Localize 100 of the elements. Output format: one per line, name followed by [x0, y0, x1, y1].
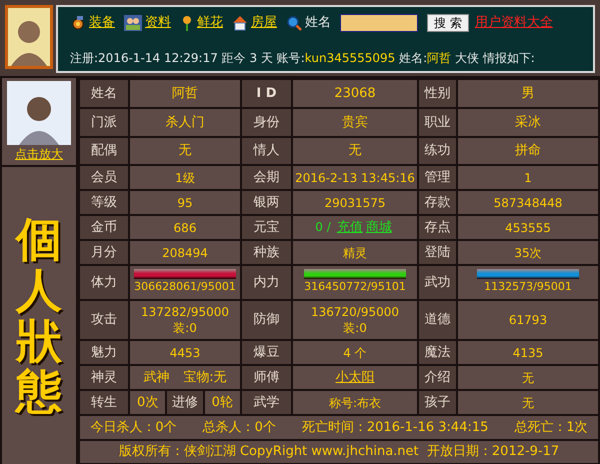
search-button[interactable]: 搜 索 — [427, 14, 469, 32]
deity-value: 武神 — [143, 370, 170, 385]
shop-link[interactable]: 充值 — [336, 220, 363, 235]
field-label: 孩子 — [418, 390, 457, 415]
stat-line: 装:0 — [342, 320, 368, 336]
field-label: 职业 — [418, 108, 457, 137]
field-value: 采冰 — [457, 108, 599, 137]
nav-link[interactable]: 装备 — [89, 13, 115, 32]
bar-reading: 316450772/95101 — [303, 279, 407, 296]
kill-stat: 总死亡：1次 — [514, 418, 588, 437]
field-label: 身份 — [241, 108, 292, 137]
stat-line: 装:0 — [172, 320, 198, 336]
field-label: 登陆 — [418, 240, 457, 265]
field-value: 95 — [129, 190, 241, 215]
bar-reading: 306628061/95001 — [133, 279, 237, 296]
field-label: 魔法 — [418, 340, 457, 365]
field-label: 体力 — [79, 265, 129, 300]
field-value: 4453 — [129, 340, 241, 365]
gear-icon — [70, 14, 86, 31]
stat-line: 136720/95000 — [310, 304, 400, 320]
nav-link[interactable]: 房屋 — [251, 13, 277, 32]
field-value: 1级 — [129, 165, 241, 190]
search-icon — [286, 14, 302, 31]
field-label: 师傅 — [241, 365, 292, 390]
field-label: 存点 — [418, 215, 457, 240]
field-value: 无 — [457, 390, 599, 415]
field-label: 金币 — [79, 215, 129, 240]
field-value: 61793 — [457, 300, 599, 340]
field-value: 4135 — [457, 340, 599, 365]
field-value: 453555 — [457, 215, 599, 240]
field-value: 29031575 — [292, 190, 418, 215]
field-label: 门派 — [79, 108, 129, 137]
field-label: 魅力 — [79, 340, 129, 365]
kill-stat: 死亡时间：2016-1-16 3:44:15 — [302, 418, 488, 437]
field-label: 会员 — [79, 165, 129, 190]
avatar-silhouette — [5, 5, 53, 69]
bar-reading: 1132573/95001 — [483, 279, 573, 296]
field-label: 进修 — [165, 391, 203, 414]
field-label: 神灵 — [79, 365, 129, 390]
copyright-text: 版权所有：侠剑江湖 CopyRight www.jhchina.net 开放日期：2012-9-17 — [79, 440, 599, 464]
field-label: 介绍 — [418, 365, 457, 390]
field-value: 杀人门 — [129, 108, 241, 137]
field-value: 无 — [457, 365, 599, 390]
field-value: 686 — [129, 215, 241, 240]
field-value: 阿哲 — [129, 79, 241, 108]
nav-link[interactable]: 资料 — [145, 13, 171, 32]
field-label: 银两 — [241, 190, 292, 215]
master-link[interactable]: 小太阳 — [336, 370, 374, 385]
field-label: 等级 — [79, 190, 129, 215]
field-label: 存款 — [418, 190, 457, 215]
field-value: 男 — [457, 79, 599, 108]
field-value: 精灵 — [292, 240, 418, 265]
kill-stat: 今日杀人：0个 — [90, 418, 177, 437]
field-value: 208494 — [129, 240, 241, 265]
flower-icon — [180, 14, 194, 31]
field-value: 拼命 — [457, 137, 599, 165]
field-value: 称号:布衣 — [292, 390, 418, 415]
field-label: 爆豆 — [241, 340, 292, 365]
field-label: 攻击 — [79, 300, 129, 340]
field-label: 配偶 — [79, 137, 129, 165]
character-portrait — [7, 81, 71, 145]
field-label: 武学 — [241, 390, 292, 415]
field-label: 管理 — [418, 165, 457, 190]
field-value: 4 个 — [292, 340, 418, 365]
field-value: 1 — [457, 165, 599, 190]
shop-link[interactable]: 商城 — [366, 220, 392, 235]
house-icon — [232, 14, 248, 31]
stat-line: 137282/95000 — [140, 304, 230, 320]
field-label: 元宝 — [241, 215, 292, 240]
field-label: 转生 — [79, 390, 129, 415]
field-value: 2016-2-13 13:45:16 — [292, 165, 418, 190]
field-label: 道德 — [418, 300, 457, 340]
name-input-field[interactable] — [340, 14, 418, 32]
people-icon — [124, 14, 142, 31]
field-label: 防御 — [241, 300, 292, 340]
field-value: 贵宾 — [292, 108, 418, 137]
field-label: 练功 — [418, 137, 457, 165]
section-title: 個人狀態 — [16, 214, 62, 417]
field-label: 内力 — [241, 265, 292, 300]
enlarge-link[interactable]: 点击放大 — [15, 145, 63, 163]
field-label: 情人 — [241, 137, 292, 165]
treasure-value: 宝物:无 — [183, 370, 227, 385]
field-label: 姓名 — [79, 79, 129, 108]
field-value: 无 — [129, 137, 241, 165]
search-label: 姓名 — [305, 14, 331, 32]
field-label: 性别 — [418, 79, 457, 108]
field-value: 587348448 — [457, 190, 599, 215]
user-directory-link[interactable]: 用户资料大全 — [474, 13, 553, 32]
field-label: I D — [241, 79, 292, 108]
field-value: 无 — [292, 137, 418, 165]
nav-link[interactable]: 鲜花 — [197, 13, 223, 32]
field-label: 会期 — [241, 165, 292, 190]
kill-stat: 总杀人：0个 — [202, 418, 276, 437]
field-label: 武功 — [418, 265, 457, 300]
field-value: 35次 — [457, 240, 599, 265]
field-value: 23068 — [292, 79, 418, 108]
account-info-line: 注册:2016-1-14 12:29:17 距今 3 天 账号:kun345555095 姓名:阿哲 大侠 情报如下: — [70, 50, 536, 67]
field-label: 月分 — [79, 240, 129, 265]
ingot-count: 0 / — [315, 220, 331, 234]
field-label: 种族 — [241, 240, 292, 265]
